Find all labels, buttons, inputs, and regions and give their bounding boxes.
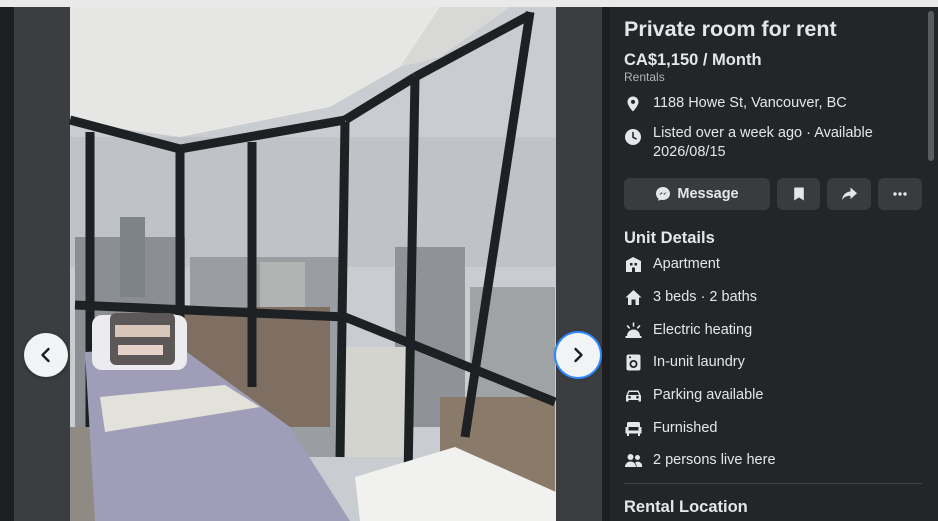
save-button[interactable] bbox=[777, 178, 820, 210]
previous-photo-button[interactable] bbox=[24, 333, 68, 377]
detail-row-property-type: Apartment bbox=[624, 253, 720, 275]
more-options-button[interactable] bbox=[878, 178, 922, 210]
location-pin-icon bbox=[627, 96, 639, 112]
listed-time: Listed over a week ago · Available 2026/… bbox=[653, 125, 873, 160]
message-button[interactable]: Message bbox=[624, 178, 770, 210]
section-divider bbox=[624, 483, 922, 484]
detail-label: Electric heating bbox=[653, 322, 753, 338]
rental-location-heading: Rental Location bbox=[624, 498, 748, 516]
clock-icon bbox=[625, 129, 641, 145]
detail-label: Apartment bbox=[653, 256, 720, 272]
panel-scrollbar[interactable] bbox=[928, 11, 934, 161]
washer-icon bbox=[624, 353, 643, 372]
heater-icon bbox=[624, 321, 643, 340]
share-icon bbox=[841, 187, 857, 200]
detail-row-occupants: 2 persons live here bbox=[624, 449, 776, 471]
people-icon bbox=[624, 451, 643, 470]
listing-address: 1188 Howe St, Vancouver, BC bbox=[653, 95, 847, 111]
messenger-icon bbox=[656, 187, 671, 201]
listing-photo bbox=[0, 7, 610, 521]
share-button[interactable] bbox=[827, 178, 871, 210]
building-icon bbox=[624, 255, 643, 274]
detail-row-heating: Electric heating bbox=[624, 319, 752, 341]
detail-label: 3 beds · 2 baths bbox=[653, 289, 757, 305]
detail-label: 2 persons live here bbox=[653, 452, 776, 468]
bookmark-icon bbox=[793, 187, 804, 201]
armchair-icon bbox=[624, 419, 643, 438]
detail-row-laundry: In-unit laundry bbox=[624, 351, 745, 373]
listing-category[interactable]: Rentals bbox=[624, 70, 665, 84]
detail-label: In-unit laundry bbox=[653, 354, 745, 370]
detail-row-parking: Parking available bbox=[624, 384, 763, 406]
detail-label: Furnished bbox=[653, 420, 718, 436]
listing-price: CA$1,150 / Month bbox=[624, 51, 762, 69]
detail-row-furnished: Furnished bbox=[624, 417, 717, 439]
detail-label: Parking available bbox=[653, 387, 764, 403]
photo-viewer bbox=[0, 7, 610, 521]
chevron-right-icon bbox=[574, 347, 583, 363]
next-photo-button[interactable] bbox=[556, 333, 600, 377]
house-icon bbox=[624, 288, 643, 307]
listing-details-panel: Private room for rent CA$1,150 / Month R… bbox=[610, 7, 938, 521]
more-icon bbox=[893, 192, 907, 196]
detail-row-beds-baths: 3 beds · 2 baths bbox=[624, 286, 757, 308]
unit-details-heading: Unit Details bbox=[624, 229, 715, 247]
listing-title: Private room for rent bbox=[624, 17, 837, 41]
message-button-label: Message bbox=[677, 186, 739, 202]
location-row[interactable]: 1188 Howe St, Vancouver, BC bbox=[624, 94, 924, 113]
listed-time-row: Listed over a week ago · Available 2026/… bbox=[624, 124, 924, 162]
car-icon bbox=[624, 386, 643, 405]
chevron-left-icon bbox=[41, 347, 50, 363]
